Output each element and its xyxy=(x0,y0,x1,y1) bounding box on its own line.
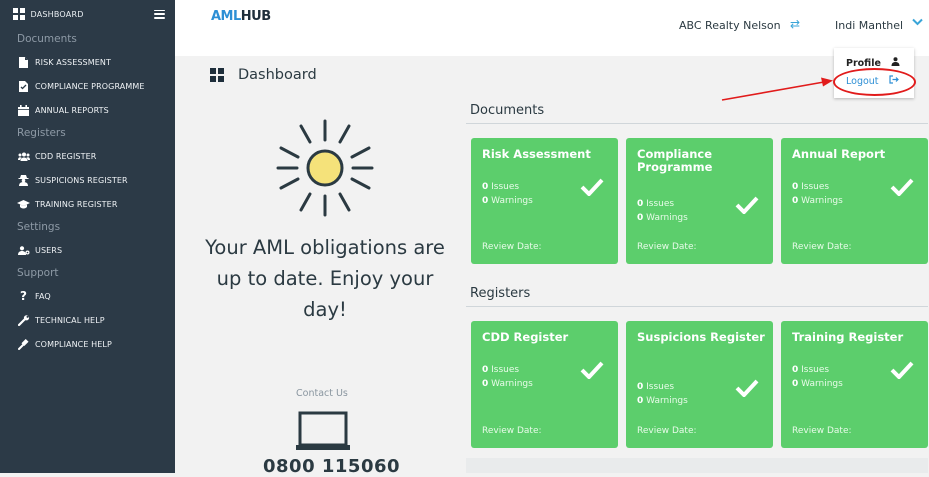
card-warnings: 0 Warnings xyxy=(482,379,533,389)
top-header: AMLHUB ABC Realty Nelson ⇄ Indi Manthel xyxy=(175,0,929,56)
users-cog-icon xyxy=(17,245,30,255)
card-compliance-programme[interactable]: Compliance Programme 0 Issues 0 Warnings… xyxy=(626,138,773,264)
sidebar-item-label: TECHNICAL HELP xyxy=(35,315,105,325)
card-issues: 0 Issues xyxy=(637,382,675,392)
sidebar-dashboard-label: DASHBOARD xyxy=(30,9,84,19)
card-review-date: Review Date: xyxy=(482,426,542,436)
organisation-name: ABC Realty Nelson xyxy=(679,19,781,32)
amlhub-logo[interactable]: AMLHUB xyxy=(211,9,271,24)
sidebar: DASHBOARD Documents RISK ASSESSMENT COMP… xyxy=(0,0,175,473)
registers-divider xyxy=(466,306,928,307)
page-title: Dashboard xyxy=(210,67,317,83)
card-issues: 0 Issues xyxy=(792,365,830,375)
sidebar-item-label: USERS xyxy=(35,245,63,255)
card-title: Suspicions Register xyxy=(637,330,765,344)
dashboard-icon xyxy=(210,68,224,82)
check-icon xyxy=(890,178,914,196)
annotation-arrow-icon xyxy=(721,77,833,101)
chevron-down-icon[interactable] xyxy=(912,16,923,29)
sidebar-item-label: TRAINING REGISTER xyxy=(35,199,118,209)
card-issues: 0 Issues xyxy=(482,182,520,192)
graduation-cap-icon xyxy=(17,199,30,209)
question-icon: ? xyxy=(19,289,28,303)
page-title-text: Dashboard xyxy=(238,67,317,83)
document-icon xyxy=(17,56,30,68)
check-icon xyxy=(580,178,604,196)
bottom-panel-edge xyxy=(466,458,928,473)
card-suspicions-register[interactable]: Suspicions Register 0 Issues 0 Warnings … xyxy=(626,321,773,448)
check-icon xyxy=(890,361,914,379)
switch-organisation-icon[interactable]: ⇄ xyxy=(790,17,800,31)
card-review-date: Review Date: xyxy=(792,242,852,252)
card-warnings: 0 Warnings xyxy=(637,213,688,223)
contact-us-label: Contact Us xyxy=(296,388,348,399)
card-review-date: Review Date: xyxy=(637,242,697,252)
card-title: Risk Assessment xyxy=(482,147,591,161)
sidebar-item-cdd-register[interactable]: CDD REGISTER xyxy=(0,144,175,168)
sidebar-item-label: ANNUAL REPORTS xyxy=(35,105,109,115)
sidebar-item-label: COMPLIANCE PROGRAMME xyxy=(35,81,145,91)
sun-icon xyxy=(276,119,374,217)
card-warnings: 0 Warnings xyxy=(482,196,533,206)
dashboard-icon xyxy=(13,8,25,20)
wrench-icon xyxy=(17,314,30,326)
card-issues: 0 Issues xyxy=(792,182,830,192)
sidebar-item-risk-assessment[interactable]: RISK ASSESSMENT xyxy=(0,50,175,74)
card-issues: 0 Issues xyxy=(637,199,675,209)
sidebar-item-compliance-help[interactable]: COMPLIANCE HELP xyxy=(0,332,175,356)
registers-heading: Registers xyxy=(470,286,531,301)
card-title: CDD Register xyxy=(482,330,569,344)
annotation-highlight-ellipse xyxy=(833,68,916,96)
card-title: Training Register xyxy=(792,330,904,344)
contact-phone-number[interactable]: 0800 115060 xyxy=(263,456,400,477)
sidebar-item-label: FAQ xyxy=(35,291,51,301)
sidebar-item-annual-reports[interactable]: ANNUAL REPORTS xyxy=(0,98,175,122)
status-message: Your AML obligations are up to date. Enj… xyxy=(205,236,445,321)
card-training-register[interactable]: Training Register 0 Issues 0 Warnings Re… xyxy=(781,321,928,448)
sidebar-item-label: CDD REGISTER xyxy=(35,151,97,161)
documents-heading: Documents xyxy=(470,103,545,118)
card-review-date: Review Date: xyxy=(792,426,852,436)
sidebar-item-faq[interactable]: ? FAQ xyxy=(0,284,175,308)
check-icon xyxy=(580,361,604,379)
sidebar-item-suspicions-register[interactable]: SUSPICIONS REGISTER xyxy=(0,168,175,192)
sidebar-item-training-register[interactable]: TRAINING REGISTER xyxy=(0,192,175,216)
check-icon xyxy=(735,379,759,397)
users-group-icon xyxy=(17,152,30,161)
sidebar-section-registers: Registers xyxy=(17,127,66,139)
card-warnings: 0 Warnings xyxy=(792,196,843,206)
user-name[interactable]: Indi Manthel xyxy=(835,19,903,32)
documents-divider xyxy=(466,123,928,124)
card-title: Compliance Programme xyxy=(637,147,713,174)
sidebar-item-label: COMPLIANCE HELP xyxy=(35,339,112,349)
card-risk-assessment[interactable]: Risk Assessment 0 Issues 0 Warnings Revi… xyxy=(471,138,618,264)
sidebar-dashboard-item[interactable]: DASHBOARD xyxy=(0,0,175,28)
sidebar-section-settings: Settings xyxy=(17,221,61,233)
sidebar-item-technical-help[interactable]: TECHNICAL HELP xyxy=(0,308,175,332)
document-check-icon xyxy=(17,80,30,92)
card-title: Annual Report xyxy=(792,147,886,161)
hamburger-menu-icon[interactable] xyxy=(154,9,165,19)
user-icon xyxy=(891,57,900,69)
user-secret-icon xyxy=(17,174,30,186)
card-warnings: 0 Warnings xyxy=(637,396,688,406)
sidebar-item-compliance-programme[interactable]: COMPLIANCE PROGRAMME xyxy=(0,74,175,98)
profile-label: Profile xyxy=(846,57,881,69)
sidebar-item-label: SUSPICIONS REGISTER xyxy=(35,175,128,185)
check-icon xyxy=(735,196,759,214)
sidebar-item-users[interactable]: USERS xyxy=(0,238,175,262)
card-warnings: 0 Warnings xyxy=(792,379,843,389)
sidebar-item-label: RISK ASSESSMENT xyxy=(35,57,111,67)
calendar-icon xyxy=(17,104,30,116)
card-review-date: Review Date: xyxy=(482,242,542,252)
card-issues: 0 Issues xyxy=(482,365,520,375)
card-annual-report[interactable]: Annual Report 0 Issues 0 Warnings Review… xyxy=(781,138,928,264)
sidebar-section-support: Support xyxy=(17,267,59,279)
card-review-date: Review Date: xyxy=(637,426,697,436)
gavel-icon xyxy=(17,338,30,350)
card-cdd-register[interactable]: CDD Register 0 Issues 0 Warnings Review … xyxy=(471,321,618,448)
laptop-icon xyxy=(296,411,350,450)
sidebar-section-documents: Documents xyxy=(17,33,77,45)
